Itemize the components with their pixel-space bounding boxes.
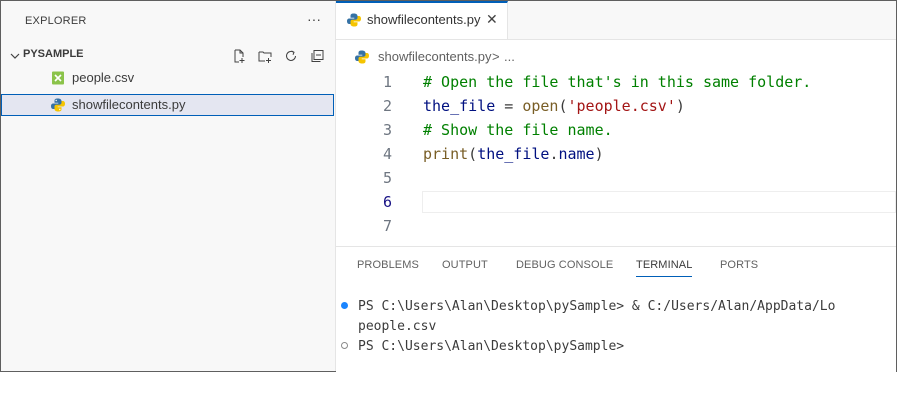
tab-debug-console[interactable]: DEBUG CONSOLE	[516, 259, 613, 271]
folder-pysample[interactable]: PYSAMPLE	[1, 45, 335, 67]
close-icon[interactable]: ✕	[486, 11, 498, 28]
code-line: 3 # Show the file name.	[336, 119, 896, 143]
tab-label: showfilecontents.py	[367, 12, 481, 27]
terminal-line: PS C:\Users\Alan\Desktop\pySample>	[336, 337, 896, 357]
command-success-icon[interactable]	[341, 302, 348, 309]
terminal-line: PS C:\Users\Alan\Desktop\pySample> & C:/…	[336, 297, 896, 317]
code-text: print(the_file.name)	[423, 145, 604, 163]
editor-tabbar: showfilecontents.py ✕	[336, 1, 896, 40]
tab-problems[interactable]: PROBLEMS	[357, 259, 419, 271]
code-line-current: 6	[336, 191, 896, 215]
tab-terminal[interactable]: TERMINAL	[636, 259, 693, 277]
explorer-title: EXPLORER	[25, 15, 87, 27]
tab-output[interactable]: OUTPUT	[442, 259, 488, 271]
vscode-window: EXPLORER ··· PYSAMPLE people.csv showfil…	[0, 0, 897, 372]
code-line: 5	[336, 167, 896, 191]
explorer-header: EXPLORER ···	[1, 1, 335, 39]
line-number: 7	[382, 217, 392, 235]
line-number: 1	[382, 73, 392, 91]
command-pending-icon[interactable]	[341, 342, 348, 349]
code-text: # Open the file that's in this same fold…	[423, 73, 812, 91]
terminal-text: PS C:\Users\Alan\Desktop\pySample> & C:/…	[358, 299, 836, 314]
line-number: 4	[382, 145, 392, 163]
editor-area: showfilecontents.py ✕ showfilecontents.p…	[336, 1, 896, 246]
code-text: # Show the file name.	[423, 121, 613, 139]
tab-showfilecontents-py[interactable]: showfilecontents.py ✕	[336, 1, 508, 39]
line-number: 6	[382, 193, 392, 211]
line-number: 5	[382, 169, 392, 187]
csv-file-icon	[52, 71, 64, 85]
file-label: showfilecontents.py	[72, 97, 186, 112]
file-item-showfilecontents-py[interactable]: showfilecontents.py	[1, 94, 334, 116]
terminal-text: PS C:\Users\Alan\Desktop\pySample>	[358, 339, 625, 354]
line-number: 2	[382, 97, 392, 115]
breadcrumb-more[interactable]: ...	[504, 49, 515, 64]
breadcrumb-separator: >	[492, 49, 500, 64]
current-line-highlight	[422, 191, 896, 213]
new-folder-icon[interactable]	[255, 46, 275, 66]
code-line: 2 the_file = open('people.csv')	[336, 95, 896, 119]
new-file-icon[interactable]	[229, 46, 249, 66]
collapse-all-icon[interactable]	[307, 46, 327, 66]
tab-ports[interactable]: PORTS	[720, 259, 758, 271]
terminal-line: people.csv	[336, 317, 896, 337]
chevron-down-icon	[10, 53, 20, 59]
file-label: people.csv	[72, 70, 135, 85]
python-file-icon	[355, 50, 369, 64]
code-line: 1 # Open the file that's in this same fo…	[336, 71, 896, 95]
code-text: the_file = open('people.csv')	[423, 97, 685, 115]
bottom-panel: PROBLEMS OUTPUT DEBUG CONSOLE TERMINAL P…	[336, 246, 896, 372]
python-file-icon	[347, 13, 361, 27]
line-number: 3	[382, 121, 392, 139]
explorer-sidebar: EXPLORER ··· PYSAMPLE people.csv showfil…	[1, 1, 336, 371]
terminal-text: people.csv	[358, 319, 437, 334]
code-line: 7	[336, 215, 896, 239]
more-actions-icon[interactable]: ···	[304, 9, 324, 29]
panel-tabs: PROBLEMS OUTPUT DEBUG CONSOLE TERMINAL P…	[336, 247, 896, 283]
code-line: 4 print(the_file.name)	[336, 143, 896, 167]
folder-actions	[229, 46, 327, 66]
file-item-people-csv[interactable]: people.csv	[1, 67, 334, 89]
python-file-icon	[51, 98, 65, 112]
refresh-icon[interactable]	[281, 46, 301, 66]
folder-name: PYSAMPLE	[23, 48, 84, 60]
breadcrumb-file[interactable]: showfilecontents.py	[378, 49, 491, 64]
